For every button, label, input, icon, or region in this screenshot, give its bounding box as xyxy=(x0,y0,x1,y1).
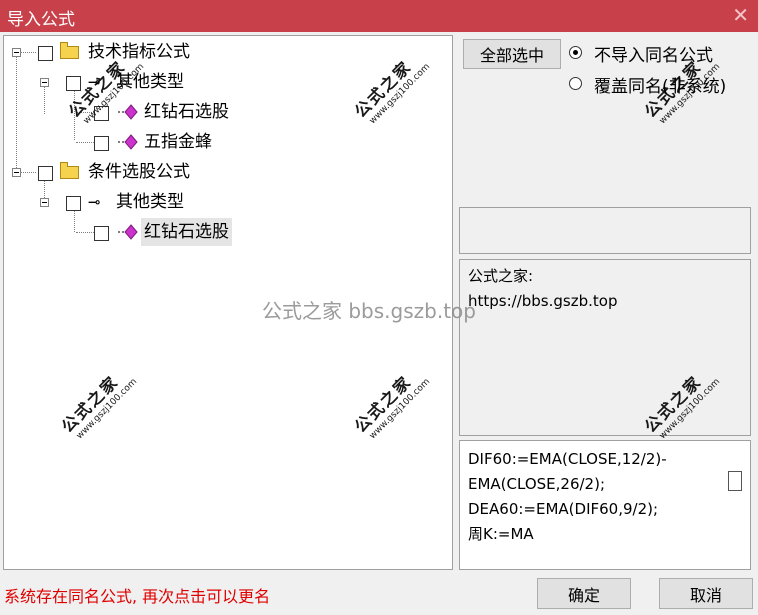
tree-checkbox[interactable] xyxy=(66,196,81,211)
tree-checkbox[interactable] xyxy=(38,46,53,61)
gem-icon xyxy=(118,104,138,120)
gem-icon xyxy=(118,224,138,240)
tree-node-label: 其他类型 xyxy=(116,192,184,212)
tree-node-five-finger[interactable]: 五指金蜂 xyxy=(4,128,444,156)
formula-code-text: DIF60:=EMA(CLOSE,12/2)-EMA(CLOSE,26/2); … xyxy=(468,450,667,543)
tree-checkbox[interactable] xyxy=(94,136,109,151)
title-bar: 导入公式 ✕ xyxy=(0,0,758,32)
watermark-center: 公式之家 bbs.gszb.top xyxy=(262,299,476,323)
tree-checkbox[interactable] xyxy=(38,166,53,181)
tree-checkbox[interactable] xyxy=(94,226,109,241)
info-line-1: 公式之家: xyxy=(468,267,534,285)
scrollbar-thumb[interactable] xyxy=(728,471,742,491)
select-all-button[interactable]: 全部选中 xyxy=(463,39,561,69)
rename-input-box[interactable] xyxy=(459,207,751,254)
collapse-icon[interactable] xyxy=(12,48,21,57)
folder-icon xyxy=(60,162,79,179)
overwrite-duplicate-radio[interactable] xyxy=(569,77,582,90)
collapse-icon[interactable] xyxy=(40,198,49,207)
status-message: 系统存在同名公式, 再次点击可以更名 xyxy=(4,587,271,606)
cancel-button[interactable]: 取消 xyxy=(659,578,753,609)
folder-icon xyxy=(60,42,79,59)
gem-icon xyxy=(118,134,138,150)
key-icon: ⊸ xyxy=(88,193,101,211)
skip-duplicate-radio[interactable] xyxy=(569,46,582,59)
tree-node-other-type-2[interactable]: ⊸ 其他类型 xyxy=(4,188,444,216)
tree-node-label: 条件选股公式 xyxy=(88,162,190,182)
tree-node-label: 红钻石选股 xyxy=(144,102,229,122)
info-line-2: https://bbs.gszb.top xyxy=(468,292,618,310)
tree-node-label: 五指金蜂 xyxy=(144,132,212,152)
close-icon[interactable]: ✕ xyxy=(732,3,749,27)
info-panel: 公式之家: https://bbs.gszb.top xyxy=(459,259,751,436)
window-title: 导入公式 xyxy=(7,10,75,30)
collapse-icon[interactable] xyxy=(12,168,21,177)
ok-button[interactable]: 确定 xyxy=(537,578,631,609)
tree-node-red-diamond-2[interactable]: 红钻石选股 xyxy=(4,218,444,246)
collapse-icon[interactable] xyxy=(40,78,49,87)
formula-code-panel[interactable]: DIF60:=EMA(CLOSE,12/2)-EMA(CLOSE,26/2); … xyxy=(459,440,751,570)
info-text: 公式之家: https://bbs.gszb.top xyxy=(468,264,617,314)
tree-node-condition-select[interactable]: 条件选股公式 xyxy=(4,158,444,186)
tree-node-label: 红钻石选股 xyxy=(141,218,232,246)
tree-node-tech-indicator[interactable]: 技术指标公式 xyxy=(4,38,444,66)
